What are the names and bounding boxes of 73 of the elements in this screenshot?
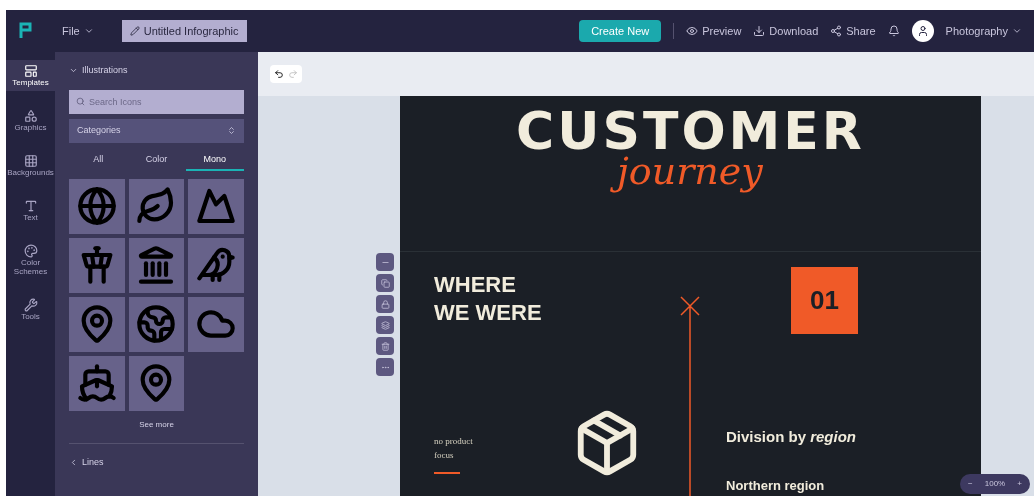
user-menu[interactable]: Photography — [945, 22, 1022, 40]
download-button[interactable]: Download — [753, 22, 819, 40]
tool-button[interactable] — [376, 337, 394, 355]
graphic-tile[interactable] — [188, 178, 244, 234]
caret-icon — [83, 26, 94, 36]
pencil-icon — [129, 26, 140, 36]
graphic-tile[interactable] — [69, 178, 125, 234]
filter-tab[interactable]: Color — [127, 150, 186, 171]
filter-tab[interactable]: All — [69, 150, 128, 171]
copy-icon — [380, 278, 390, 288]
graphic-tile[interactable] — [128, 355, 185, 411]
rail-item[interactable]: Color Schemes — [6, 240, 55, 280]
title-button[interactable]: Untitled Infographic — [121, 20, 247, 42]
download-icon — [753, 25, 766, 37]
layout-icon — [23, 64, 38, 78]
palette-icon — [23, 244, 38, 258]
graphic-tile[interactable] — [69, 237, 125, 293]
tool-button[interactable] — [376, 358, 394, 376]
file-menu[interactable]: File — [62, 22, 94, 40]
grid-icon — [23, 154, 38, 168]
eye-icon — [686, 25, 699, 37]
share-button[interactable]: Share — [830, 22, 876, 40]
graphic-tile[interactable] — [128, 237, 185, 293]
tool-button[interactable] — [376, 274, 394, 292]
graphic-tile[interactable] — [188, 296, 244, 352]
number-badge: 01 — [791, 267, 858, 334]
zoom-out-button[interactable]: − — [968, 478, 973, 490]
shapes-icon — [23, 109, 38, 123]
note-text: no product focus — [434, 435, 473, 462]
section-title[interactable]: Illustrations — [82, 64, 128, 78]
avatar[interactable] — [911, 20, 934, 42]
rail-item[interactable]: Text — [6, 195, 55, 226]
search-field[interactable]: Search Icons — [69, 89, 244, 114]
bird-icon — [196, 245, 237, 285]
wrench-icon — [23, 298, 38, 312]
division-heading: Division by region — [726, 427, 857, 447]
see-more-link[interactable]: See more — [69, 418, 244, 431]
rail-item[interactable]: Backgrounds — [6, 150, 55, 181]
caret-icon[interactable] — [69, 457, 78, 467]
zoom-value: 100% — [984, 478, 1006, 490]
filter-tab[interactable]: Mono — [185, 150, 244, 171]
layers-icon — [380, 320, 390, 330]
caret-icon — [1012, 26, 1022, 36]
share-icon — [830, 25, 843, 37]
graphic-tile[interactable] — [69, 355, 125, 411]
search-icon — [76, 96, 85, 106]
tool-button[interactable] — [376, 316, 394, 334]
logo-icon[interactable] — [18, 21, 34, 41]
lock-icon — [380, 299, 390, 309]
rail-item[interactable]: Templates — [6, 60, 55, 91]
rail-item[interactable]: Tools — [6, 294, 55, 325]
text-icon — [23, 199, 38, 213]
section-title[interactable]: Lines — [82, 455, 104, 469]
globe-icon — [76, 186, 117, 226]
ship-icon — [76, 363, 117, 403]
rail-item[interactable]: Graphics — [6, 105, 55, 136]
graphic-tile[interactable] — [69, 296, 125, 352]
zoom-in-button[interactable]: + — [1017, 478, 1022, 490]
mountain-icon — [196, 186, 237, 226]
graphic-tile[interactable] — [188, 237, 244, 293]
tool-button[interactable] — [376, 253, 394, 271]
graphic-tile[interactable] — [128, 296, 185, 352]
trash-icon — [380, 341, 390, 351]
category-dropdown[interactable]: Categories — [69, 118, 244, 143]
undo-icon[interactable] — [274, 69, 284, 79]
earth-icon — [136, 304, 177, 344]
bell-icon[interactable] — [887, 25, 900, 37]
section-heading: WHERE WE WERE — [434, 271, 542, 327]
region-label: Northern region — [726, 477, 825, 495]
tool-button[interactable] — [376, 295, 394, 313]
preview-button[interactable]: Preview — [686, 22, 742, 40]
graphic-tile[interactable] — [128, 178, 185, 234]
chevrons-icon — [227, 126, 236, 135]
